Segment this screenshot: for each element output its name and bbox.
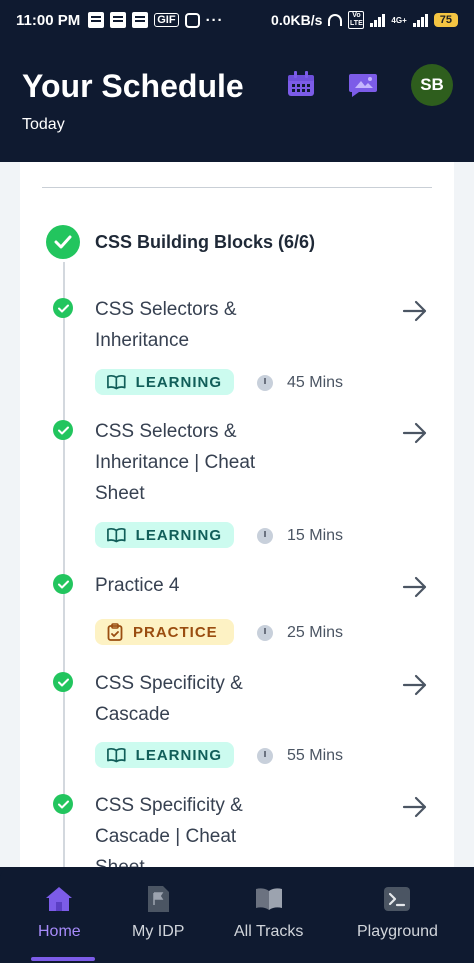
clipboard-check-icon	[107, 623, 123, 641]
instagram-icon	[184, 12, 200, 28]
nav-playground[interactable]: Playground	[357, 885, 438, 941]
signal-icon	[412, 13, 428, 27]
nav-all-tracks[interactable]: All Tracks	[234, 885, 303, 941]
bottom-navigation: Home My IDP All Tracks Playground	[0, 867, 474, 963]
gif-icon: GIF	[154, 13, 179, 27]
nav-my-idp[interactable]: My IDP	[132, 885, 184, 941]
arrow-right-icon[interactable]	[402, 796, 428, 818]
clock-icon	[257, 748, 273, 764]
app-header: Your Schedule Today SB	[0, 40, 474, 162]
badge-label: LEARNING	[135, 373, 222, 391]
flag-document-icon	[148, 886, 170, 912]
terminal-icon	[384, 887, 411, 911]
practice-badge: PRACTICE	[95, 619, 234, 645]
schedule-card: CSS Building Blocks (6/6) CSS Selectors …	[20, 162, 454, 867]
volte-label: Vo LTE	[348, 11, 365, 29]
page-title: Your Schedule	[22, 68, 244, 104]
duration-text: 55 Mins	[287, 747, 344, 764]
book-icon	[255, 888, 282, 910]
image-message-icon[interactable]	[348, 70, 378, 98]
arrow-right-icon[interactable]	[402, 576, 428, 598]
duration-text: 25 Mins	[287, 624, 344, 641]
timeline-line	[63, 262, 65, 867]
nav-home[interactable]: Home	[38, 885, 81, 941]
arrow-right-icon[interactable]	[402, 674, 428, 696]
status-bar: 11:00 PM GIF ··· 0.0KB/s Vo LTE 4G+ 75	[0, 0, 474, 40]
nav-label: Home	[38, 923, 81, 940]
active-tab-indicator	[31, 957, 95, 961]
status-time: 11:00 PM	[16, 11, 81, 29]
learning-badge: LEARNING	[95, 522, 234, 548]
duration: 15 Mins	[257, 527, 343, 545]
document-notification-icon	[88, 12, 105, 28]
check-icon	[53, 794, 73, 814]
badge-label: LEARNING	[135, 526, 222, 544]
badge-label: LEARNING	[135, 746, 222, 764]
more-icon: ···	[205, 11, 224, 29]
clock-icon	[257, 528, 273, 544]
schedule-content[interactable]: CSS Building Blocks (6/6) CSS Selectors …	[0, 162, 474, 867]
calendar-icon[interactable]	[286, 70, 316, 98]
learning-badge: LEARNING	[95, 742, 234, 768]
book-open-icon	[107, 374, 126, 390]
section-complete-icon	[46, 225, 80, 259]
clock-icon	[257, 625, 273, 641]
arrow-right-icon[interactable]	[402, 422, 428, 444]
section-title: CSS Building Blocks (6/6)	[95, 232, 316, 252]
item-title: Practice 4	[95, 575, 180, 596]
signal-icon	[370, 13, 386, 27]
clock-icon	[257, 375, 273, 391]
item-title: CSS Specificity & Cascade | Cheat Sheet	[95, 795, 243, 867]
network-speed: 0.0KB/s	[271, 12, 323, 28]
book-open-icon	[107, 747, 126, 763]
check-icon	[53, 298, 73, 318]
check-icon	[53, 672, 73, 692]
nav-label: Playground	[357, 923, 438, 940]
document-notification-icon	[132, 12, 149, 28]
learning-badge: LEARNING	[95, 369, 234, 395]
item-title: CSS Selectors & Inheritance	[95, 299, 237, 351]
duration: 55 Mins	[257, 747, 343, 765]
arrow-right-icon[interactable]	[402, 300, 428, 322]
check-icon	[53, 574, 73, 594]
book-open-icon	[107, 527, 126, 543]
check-icon	[53, 420, 73, 440]
page-subtitle: Today	[22, 116, 65, 133]
duration: 25 Mins	[257, 624, 343, 642]
nav-label: My IDP	[132, 923, 185, 940]
nav-label: All Tracks	[234, 923, 304, 940]
battery-indicator: 75	[433, 13, 458, 27]
divider	[42, 187, 432, 188]
item-title: CSS Selectors & Inheritance | Cheat Shee…	[95, 421, 256, 504]
item-title: CSS Specificity & Cascade	[95, 673, 243, 725]
duration-text: 15 Mins	[287, 527, 344, 544]
notification-icons: GIF ···	[88, 12, 223, 29]
duration: 45 Mins	[257, 374, 343, 392]
document-notification-icon	[110, 12, 127, 28]
duration-text: 45 Mins	[287, 374, 344, 391]
badge-label: PRACTICE	[133, 623, 218, 641]
home-icon	[46, 887, 73, 911]
avatar[interactable]: SB	[411, 64, 453, 106]
4g-label: 4G+	[391, 15, 407, 25]
headphones-icon	[328, 14, 343, 26]
